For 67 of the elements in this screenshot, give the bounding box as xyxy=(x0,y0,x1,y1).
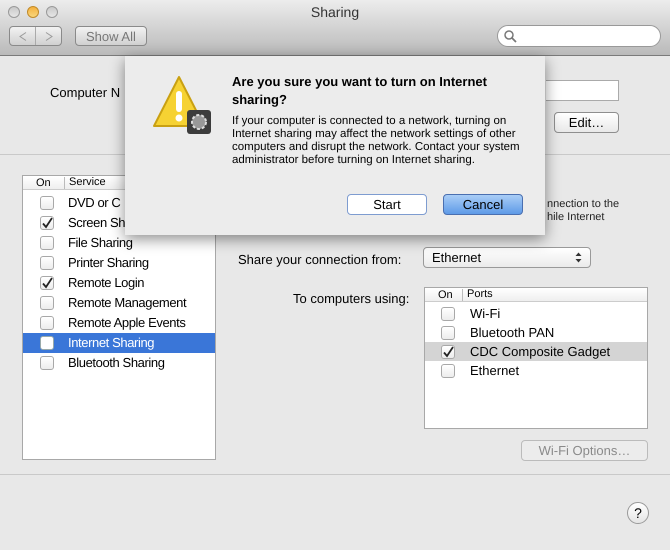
service-label: Printer Sharing xyxy=(68,254,149,272)
popup-value: Ethernet xyxy=(432,248,482,267)
service-label: File Sharing xyxy=(68,234,133,252)
service-row[interactable]: Remote Login xyxy=(23,273,215,293)
service-row[interactable]: Bluetooth Sharing xyxy=(23,353,215,373)
service-label: DVD or C xyxy=(68,194,120,212)
checkbox[interactable] xyxy=(440,326,454,340)
checkbox[interactable] xyxy=(40,276,54,290)
search-icon xyxy=(504,30,517,42)
checkbox[interactable] xyxy=(40,236,54,250)
column-header[interactable]: On xyxy=(23,176,65,188)
checkbox[interactable] xyxy=(40,216,54,230)
service-label: Remote Management xyxy=(68,294,186,312)
description-text: nnection to the xyxy=(547,198,620,211)
checkmark-icon xyxy=(40,277,52,289)
port-label: Ethernet xyxy=(470,362,520,380)
warning-icon xyxy=(151,74,213,136)
port-label: Wi-Fi xyxy=(470,304,500,323)
minimize-window-button[interactable] xyxy=(27,6,39,18)
edit-button[interactable]: Edit… xyxy=(554,112,619,133)
service-label: Internet Sharing xyxy=(68,334,154,352)
service-row[interactable]: Remote Management xyxy=(23,293,215,313)
alert-message: If your computer is connected to a network, turning on Internet sharing may affect the network settings of other computers and disrupt the network. Contact your system administrator before turning on Internet sharing. xyxy=(232,115,521,167)
column-header[interactable]: Ports xyxy=(463,286,493,303)
service-label: Remote Login xyxy=(68,274,144,292)
port-row[interactable]: Ethernet xyxy=(425,361,647,380)
service-label: Remote Apple Events xyxy=(68,314,186,332)
column-header[interactable]: On xyxy=(425,288,463,300)
checkbox[interactable] xyxy=(40,196,54,210)
zoom-window-button[interactable] xyxy=(46,6,58,18)
checkbox[interactable] xyxy=(440,306,454,320)
checkmark-icon xyxy=(442,346,454,358)
port-row[interactable]: CDC Composite Gadget xyxy=(425,342,647,361)
checkbox[interactable] xyxy=(40,316,54,330)
service-row[interactable]: File Sharing xyxy=(23,233,215,253)
checkbox[interactable] xyxy=(40,256,54,270)
service-label: Screen Sh xyxy=(68,214,126,232)
service-label: Bluetooth Sharing xyxy=(68,354,165,372)
checkbox[interactable] xyxy=(40,336,54,350)
checkbox[interactable] xyxy=(40,296,54,310)
port-row[interactable]: Wi-Fi xyxy=(425,304,647,323)
checkbox[interactable] xyxy=(440,344,454,358)
close-window-button[interactable] xyxy=(8,6,20,18)
service-row[interactable]: Printer Sharing xyxy=(23,253,215,273)
checkbox[interactable] xyxy=(40,356,54,370)
checkbox[interactable] xyxy=(440,364,454,378)
checkmark-icon xyxy=(40,217,52,229)
share-from-label: Share your connection from: xyxy=(238,251,402,269)
to-computers-label: To computers using: xyxy=(293,290,410,308)
service-row[interactable]: Remote Apple Events xyxy=(23,313,215,333)
window-title: Sharing xyxy=(310,2,360,22)
share-from-popup[interactable]: Ethernet xyxy=(423,247,591,268)
port-label: Bluetooth PAN xyxy=(470,324,554,342)
computer-name-field[interactable] xyxy=(546,80,619,101)
help-button[interactable]: ? xyxy=(627,502,649,524)
computer-name-label: Computer N xyxy=(50,84,120,102)
dialog-button[interactable]: Cancel xyxy=(443,194,523,215)
column-header[interactable]: Service xyxy=(65,174,106,191)
service-row[interactable]: Internet Sharing xyxy=(23,333,215,353)
port-row[interactable]: Bluetooth PAN xyxy=(425,323,647,342)
back-forward-control[interactable] xyxy=(9,26,62,46)
search-field[interactable] xyxy=(497,25,661,47)
alert-title: Are you sure you want to turn on Internet sharing? xyxy=(232,73,488,109)
dialog-button[interactable]: Start xyxy=(347,194,427,215)
description-text: hile Internet xyxy=(547,211,606,224)
port-label: CDC Composite Gadget xyxy=(470,342,610,361)
up-down-arrows-icon xyxy=(575,252,582,263)
